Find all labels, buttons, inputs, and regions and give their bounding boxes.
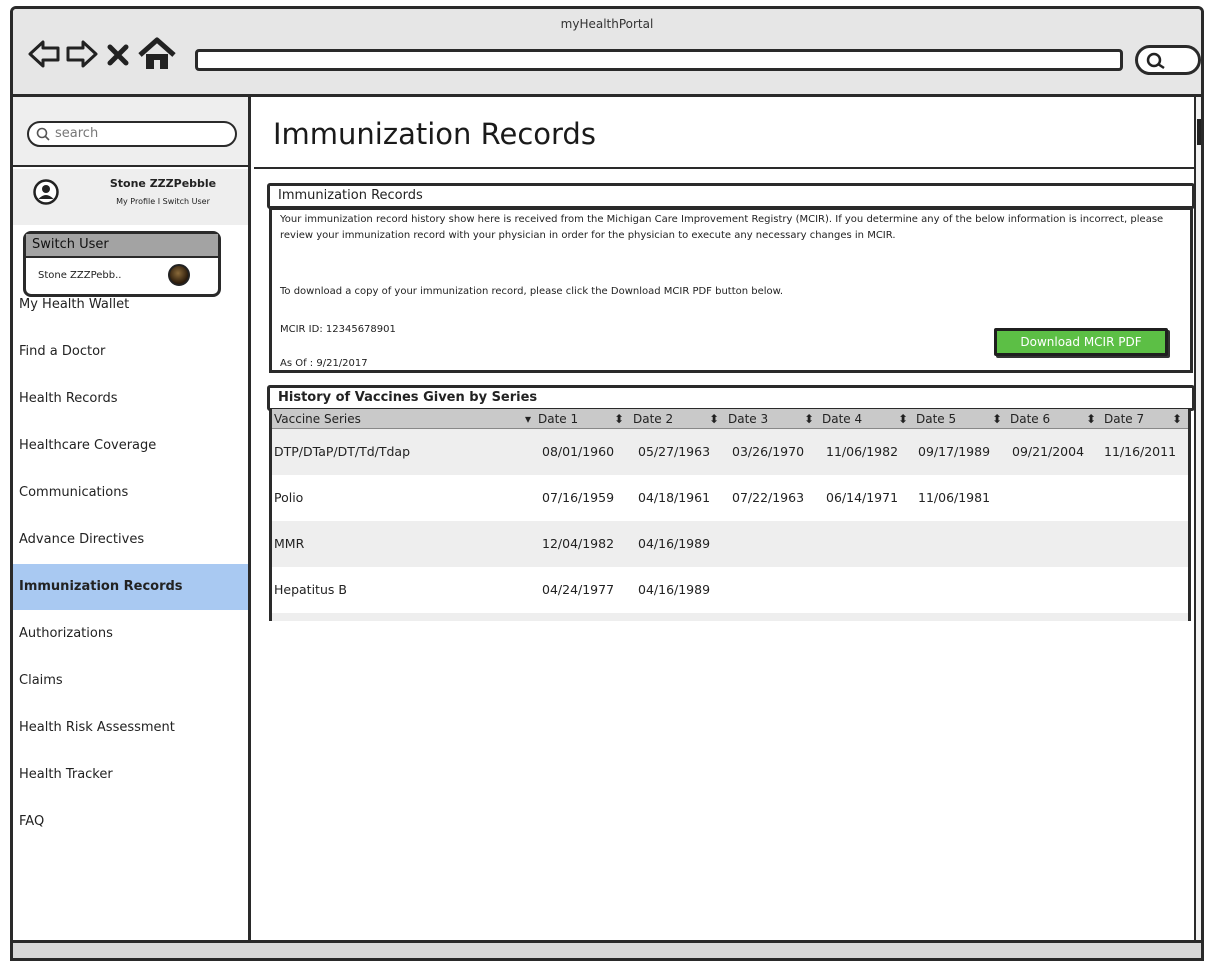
sidebar-search-area: search bbox=[13, 97, 248, 167]
vaccine-series-cell: DTP/DTaP/DT/Td/Tdap bbox=[274, 444, 411, 459]
sort-icon[interactable]: ⬍ bbox=[992, 409, 1002, 429]
sidebar-item-healthcare-coverage[interactable]: Healthcare Coverage bbox=[13, 423, 248, 469]
scrollbar-thumb[interactable] bbox=[1197, 119, 1201, 145]
date-cell: 04/16/1989 bbox=[638, 582, 711, 597]
date-cell: 05/27/1963 bbox=[638, 444, 711, 459]
column-header-date-1[interactable]: Date 1 bbox=[538, 409, 578, 429]
sidebar-item-faq[interactable]: FAQ bbox=[13, 799, 248, 845]
vaccine-series-cell: Polio bbox=[274, 490, 304, 505]
switch-user-link[interactable]: Switch User bbox=[163, 197, 210, 206]
date-cell: 09/17/1989 bbox=[918, 444, 991, 459]
sidebar-item-health-tracker[interactable]: Health Tracker bbox=[13, 752, 248, 798]
column-header-date-6[interactable]: Date 6 bbox=[1010, 409, 1050, 429]
date-cell: 04/18/1961 bbox=[638, 490, 711, 505]
sort-icon[interactable]: ⬍ bbox=[1086, 409, 1096, 429]
sidebar-item-find-a-doctor[interactable]: Find a Doctor bbox=[13, 329, 248, 375]
my-profile-link[interactable]: My Profile bbox=[116, 197, 155, 206]
vaccine-history-table: Vaccine Series ▾ Date 1 ⬍ Date 2 ⬍ Date … bbox=[269, 409, 1191, 621]
date-cell: 11/06/1982 bbox=[826, 444, 899, 459]
profile-link-separator: I bbox=[155, 197, 163, 206]
table-row[interactable]: MMR 12/04/1982 04/16/1989 bbox=[272, 521, 1188, 567]
date-cell: 06/14/1971 bbox=[826, 490, 899, 505]
user-profile: Stone ZZZPebble My Profile I Switch User bbox=[13, 169, 248, 225]
main-content: Immunization Records Immunization Record… bbox=[254, 97, 1195, 940]
column-header-date-3[interactable]: Date 3 bbox=[728, 409, 768, 429]
column-header-date-2[interactable]: Date 2 bbox=[633, 409, 673, 429]
browser-window: myHealthPortal search Stone ZZZPebble My… bbox=[10, 6, 1204, 961]
sort-icon[interactable]: ⬍ bbox=[614, 409, 624, 429]
home-icon[interactable] bbox=[137, 37, 177, 71]
table-row[interactable]: DTP/DTaP/DT/Td/Tdap 08/01/1960 05/27/196… bbox=[272, 429, 1188, 475]
sidebar-item-communications[interactable]: Communications bbox=[13, 470, 248, 516]
date-cell: 03/26/1970 bbox=[732, 444, 805, 459]
sort-desc-icon[interactable]: ▾ bbox=[525, 409, 531, 429]
vaccine-series-cell: Hepatitus B bbox=[274, 582, 347, 597]
column-header-date-5[interactable]: Date 5 bbox=[916, 409, 956, 429]
date-cell: 04/24/1977 bbox=[542, 582, 615, 597]
browser-titlebar: myHealthPortal bbox=[13, 9, 1201, 97]
date-cell: 09/21/2004 bbox=[1012, 444, 1085, 459]
as-of-date: As Of : 9/21/2017 bbox=[280, 358, 368, 369]
date-cell: 11/06/1981 bbox=[918, 490, 991, 505]
browser-statusbar bbox=[13, 940, 1201, 958]
date-cell: 07/16/1959 bbox=[542, 490, 615, 505]
sort-icon[interactable]: ⬍ bbox=[1172, 409, 1182, 429]
switch-user-option[interactable]: Stone ZZZPebb.. bbox=[38, 270, 122, 281]
table-row[interactable]: Hepatitus B 04/24/1977 04/16/1989 bbox=[272, 567, 1188, 613]
sidebar-item-claims[interactable]: Claims bbox=[13, 658, 248, 704]
date-cell: 08/01/1960 bbox=[542, 444, 615, 459]
sort-icon[interactable]: ⬍ bbox=[898, 409, 908, 429]
page-title: Immunization Records bbox=[273, 117, 596, 151]
page-header: Immunization Records bbox=[254, 97, 1194, 169]
profile-links: My Profile I Switch User bbox=[83, 197, 243, 206]
switch-user-avatar[interactable] bbox=[168, 264, 190, 286]
sort-icon[interactable]: ⬍ bbox=[709, 409, 719, 429]
table-row[interactable] bbox=[272, 613, 1188, 621]
sidebar-item-advance-directives[interactable]: Advance Directives bbox=[13, 517, 248, 563]
user-avatar-icon bbox=[33, 179, 59, 205]
table-row[interactable]: Polio 07/16/1959 04/18/1961 07/22/1963 0… bbox=[272, 475, 1188, 521]
download-instructions: To download a copy of your immunization … bbox=[280, 286, 784, 297]
date-cell: 12/04/1982 bbox=[542, 536, 615, 551]
immunization-info-box: Your immunization record history show he… bbox=[269, 207, 1193, 373]
sidebar-item-health-records[interactable]: Health Records bbox=[13, 376, 248, 422]
table-header: Vaccine Series ▾ Date 1 ⬍ Date 2 ⬍ Date … bbox=[272, 409, 1188, 429]
browser-search-button[interactable] bbox=[1135, 45, 1201, 75]
switch-user-popup-header: Switch User bbox=[26, 234, 218, 258]
column-header-date-4[interactable]: Date 4 bbox=[822, 409, 862, 429]
back-icon[interactable] bbox=[27, 37, 61, 71]
window-title: myHealthPortal bbox=[560, 17, 654, 31]
column-header-vaccine-series[interactable]: Vaccine Series bbox=[274, 409, 361, 429]
date-cell: 11/16/2011 bbox=[1104, 444, 1177, 459]
sidebar-item-immunization-records[interactable]: Immunization Records bbox=[13, 564, 248, 610]
profile-name: Stone ZZZPebble bbox=[109, 177, 217, 190]
sidebar-item-health-risk-assessment[interactable]: Health Risk Assessment bbox=[13, 705, 248, 751]
search-icon bbox=[36, 127, 50, 141]
date-cell: 07/22/1963 bbox=[732, 490, 805, 505]
date-cell: 04/16/1989 bbox=[638, 536, 711, 551]
address-bar[interactable] bbox=[195, 49, 1123, 71]
immunization-info-paragraph: Your immunization record history show he… bbox=[280, 214, 1164, 241]
mcir-id: MCIR ID: 12345678901 bbox=[280, 324, 396, 335]
sidebar: search Stone ZZZPebble My Profile I Swit… bbox=[13, 97, 251, 940]
search-icon bbox=[1146, 52, 1165, 70]
search-placeholder: search bbox=[55, 126, 99, 141]
column-header-date-7[interactable]: Date 7 bbox=[1104, 409, 1144, 429]
vaccine-history-panel-title: History of Vaccines Given by Series bbox=[267, 385, 1195, 411]
page-scrollbar[interactable] bbox=[1194, 97, 1201, 940]
forward-icon[interactable] bbox=[65, 37, 99, 71]
download-mcir-pdf-button[interactable]: Download MCIR PDF bbox=[994, 328, 1168, 356]
stop-icon[interactable] bbox=[105, 37, 131, 71]
search-input[interactable]: search bbox=[27, 121, 237, 147]
sidebar-item-authorizations[interactable]: Authorizations bbox=[13, 611, 248, 657]
vaccine-series-cell: MMR bbox=[274, 536, 305, 551]
sort-icon[interactable]: ⬍ bbox=[804, 409, 814, 429]
switch-user-popup: Switch User Stone ZZZPebb.. bbox=[23, 231, 221, 297]
immunization-records-panel-title: Immunization Records bbox=[267, 183, 1195, 209]
